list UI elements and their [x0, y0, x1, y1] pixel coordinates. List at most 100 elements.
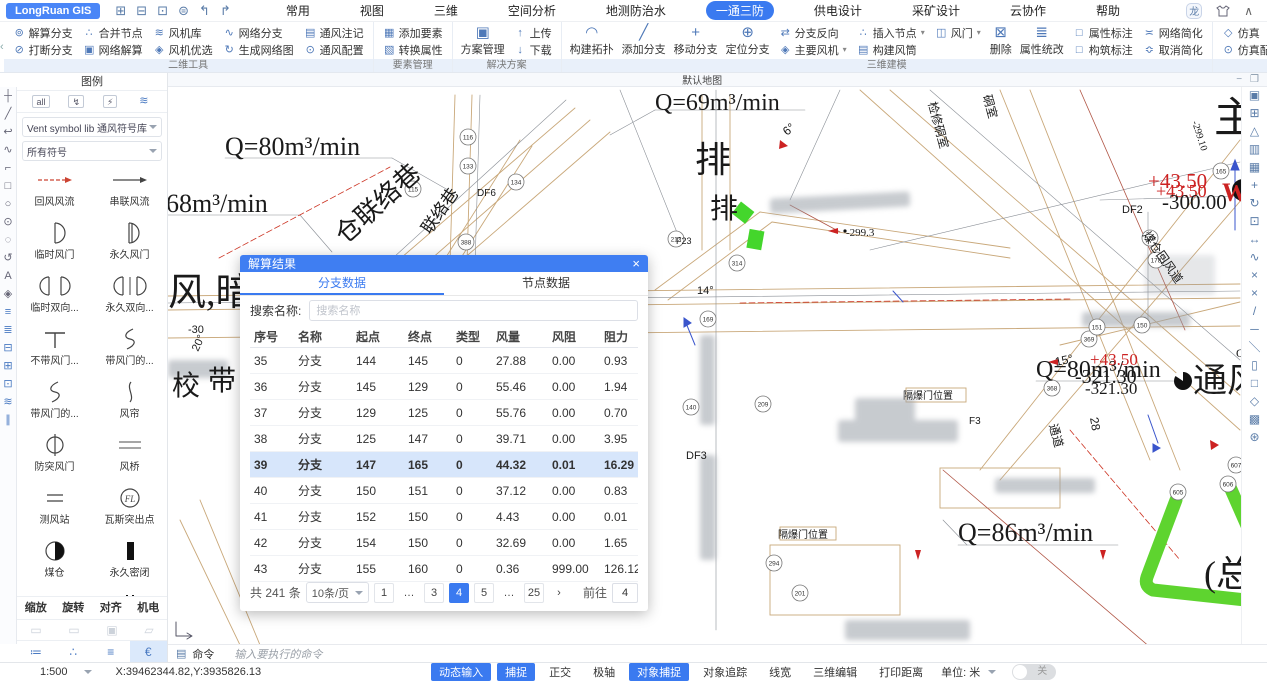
legend-action-button[interactable]: 机电 — [130, 597, 168, 619]
page-size-select[interactable]: 10条/页 — [306, 582, 369, 603]
tool-donut[interactable]: ⊙ — [3, 217, 12, 228]
calc-result-dialog[interactable]: 解算结果 × 分支数据 节点数据 搜索名称: 序号名称起点终点类型风量风阻阻力3… — [240, 255, 648, 611]
menu-item[interactable]: 三维 — [424, 1, 468, 20]
status-toggle-button[interactable]: 极轴 — [585, 663, 623, 681]
search-input[interactable] — [309, 300, 638, 321]
theme-icon[interactable] — [1216, 5, 1230, 17]
ribbon-button[interactable]: ⇄分支反向 — [776, 24, 850, 41]
distribute-vertical[interactable]: ⊞ — [3, 361, 12, 372]
layers-icon[interactable]: ≋ — [136, 95, 151, 108]
status-toggle-button[interactable]: 线宽 — [761, 663, 799, 681]
page-button[interactable]: 4 — [449, 583, 469, 603]
filter-used-icon[interactable]: ↯ — [68, 95, 84, 108]
ribbon-button[interactable]: ◈主要风机▾ — [776, 41, 850, 58]
command-input[interactable]: 输入要执行的命令 — [234, 646, 322, 662]
table-row[interactable]: 36分支145129055.460.001.94 — [250, 374, 638, 400]
close-icon[interactable]: × — [632, 256, 640, 271]
maximize-map-icon[interactable]: ❐ — [1250, 74, 1259, 85]
filter-all[interactable]: all — [32, 95, 49, 108]
legend-action-button[interactable]: 缩放 — [17, 597, 55, 619]
page-button[interactable]: 25 — [524, 583, 544, 603]
table-row[interactable]: 43分支15516000.36999.00126.12 — [250, 556, 638, 582]
ribbon-button[interactable]: ≋风机库 — [150, 24, 216, 41]
undo-icon[interactable]: ↰ — [199, 3, 210, 18]
ribbon-button[interactable]: ∴合并节点 — [80, 24, 146, 41]
legend-item[interactable]: 带风门的... — [17, 379, 92, 430]
menu-item[interactable]: 空间分析 — [498, 1, 566, 20]
ribbon-button[interactable]: ⊙通风配置 — [301, 41, 367, 58]
ribbon-button[interactable]: ◇仿真 — [1219, 24, 1267, 41]
legend-item[interactable]: 带风门的... — [92, 326, 167, 377]
ribbon-button[interactable]: +移动分支 — [670, 23, 722, 59]
ribbon-button[interactable]: ▣方案管理 — [457, 23, 509, 59]
status-toggle-button[interactable]: 捕捉 — [497, 663, 535, 681]
ribbon-button[interactable]: ◠构建拓扑 — [566, 23, 618, 59]
tool-circle[interactable]: ○ — [5, 199, 12, 210]
legend-item[interactable]: 回风风流 — [17, 167, 92, 218]
status-toggle-button[interactable]: 打印距离 — [871, 663, 931, 681]
panel-tab-cost[interactable]: € — [130, 641, 168, 662]
menu-item[interactable]: 云协作 — [1000, 1, 1056, 20]
ribbon-button[interactable]: ↑上传 — [511, 24, 555, 41]
status-toggle-button[interactable]: 三维编辑 — [805, 663, 865, 681]
ribbon-button[interactable]: ≎取消简化 — [1140, 41, 1206, 58]
ribbon-button[interactable]: ≍网络简化 — [1140, 24, 1206, 41]
table-row[interactable]: 38分支125147039.710.003.95 — [250, 426, 638, 452]
menu-item[interactable]: 一通三防 — [706, 1, 774, 20]
tool-symbol[interactable]: ◈ — [4, 289, 12, 300]
legend-item[interactable]: 防突风门 — [17, 432, 92, 483]
ribbon-button[interactable]: ∿网络分支 — [220, 24, 297, 41]
status-toggle-button[interactable]: 对象捕捉 — [629, 663, 689, 681]
tool-rect[interactable]: □ — [5, 181, 12, 192]
legend-action-button[interactable]: 旋转 — [55, 597, 93, 619]
copy-icon[interactable]: ▥ — [1249, 143, 1260, 156]
spring-icon[interactable]: ∿ — [1249, 251, 1259, 264]
page-button[interactable]: 5 — [474, 583, 494, 603]
tool-arc[interactable]: ↩ — [3, 127, 12, 138]
menu-item[interactable]: 地测防治水 — [596, 1, 676, 20]
clipboard-icon[interactable]: □ — [1251, 377, 1258, 390]
minimize-map-icon[interactable]: − — [1236, 74, 1242, 85]
legend-action-button[interactable]: 对齐 — [92, 597, 130, 619]
symbol-category-select[interactable]: 所有符号 — [22, 141, 162, 161]
page-button[interactable]: 3 — [424, 583, 444, 603]
tool-revision-cloud[interactable]: ↺ — [3, 253, 12, 264]
align-vertical[interactable]: ∥ — [5, 415, 11, 426]
ribbon-button[interactable]: ⊙仿真配置 — [1219, 41, 1267, 58]
ribbon-button[interactable]: ↻生成网络图 — [220, 41, 297, 58]
align-wave[interactable]: ≋ — [3, 397, 12, 408]
cube-icon[interactable]: ◇ — [1250, 395, 1259, 408]
ribbon-button[interactable]: □构筑标注 — [1070, 41, 1136, 58]
save-icon[interactable]: ⊡ — [157, 3, 168, 18]
unit-select[interactable]: 单位: 米 — [941, 664, 996, 680]
legend-item[interactable]: 串联风流 — [92, 167, 167, 218]
panel-tab-layers[interactable]: ≔ — [17, 641, 55, 662]
cut-icon[interactable]: × — [1251, 269, 1258, 282]
legend-item[interactable]: 风帘 — [92, 379, 167, 430]
collapse-ribbon-icon[interactable]: ∧ — [1244, 4, 1253, 18]
ribbon-button[interactable]: ▣网络解算 — [80, 41, 146, 58]
split-icon[interactable]: × — [1251, 287, 1258, 300]
mesh-icon[interactable]: ▩ — [1249, 413, 1260, 426]
print-icon[interactable]: ⊜ — [178, 3, 189, 18]
legend-item[interactable]: 永久密闭 — [92, 538, 167, 589]
tab-node-data[interactable]: 节点数据 — [444, 272, 648, 295]
status-toggle-button[interactable]: 正交 — [541, 663, 579, 681]
legend-item[interactable]: 不带风门... — [17, 326, 92, 377]
panel-tab-network[interactable]: ∴ — [55, 641, 93, 662]
ribbon-button[interactable]: ▧转换属性 — [380, 41, 446, 58]
tool-text[interactable]: A — [4, 271, 11, 282]
ribbon-button[interactable]: ⊕定位分支 — [722, 23, 774, 59]
menu-item[interactable]: 视图 — [350, 1, 394, 20]
group-icon[interactable]: ⊛ — [1249, 431, 1259, 444]
legend-item[interactable]: 永久风门 — [92, 220, 167, 271]
distribute-horizontal[interactable]: ⊟ — [3, 343, 12, 354]
grid-icon[interactable]: ▦ — [1249, 161, 1260, 174]
new-file-icon[interactable]: ⊞ — [115, 3, 126, 18]
symbol-library-select[interactable]: Vent symbol lib 通风符号库 — [22, 117, 162, 137]
ribbon-button[interactable]: ▤通风注记 — [301, 24, 367, 41]
table-row[interactable]: 35分支144145027.880.000.93 — [250, 348, 638, 374]
status-toggle-button[interactable]: 对象追踪 — [695, 663, 755, 681]
layer-manager-icon[interactable]: ▣ — [1249, 89, 1260, 102]
mirror-icon[interactable]: △ — [1250, 125, 1259, 138]
